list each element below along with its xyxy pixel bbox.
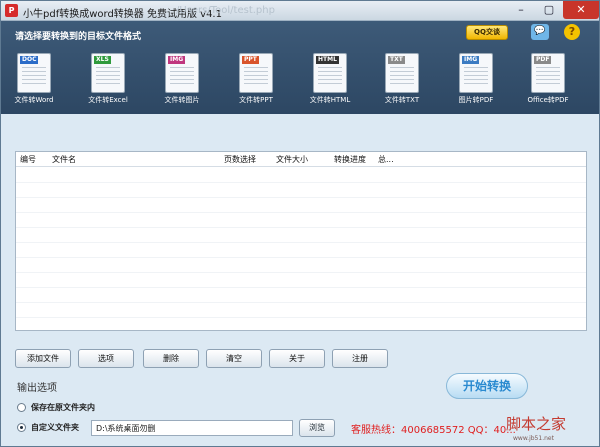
column-header-total[interactable]: 总...	[378, 154, 394, 165]
html-doc-icon: HTML	[313, 53, 347, 93]
table-row-line	[16, 257, 586, 258]
app-logo-icon: P	[5, 4, 18, 17]
image-doc-icon: IMG	[165, 53, 199, 93]
tool-tag: IMG	[168, 56, 186, 64]
app-window: P 小牛pdf转换成word转换器 免费试用版 v4.1 /Users/Tool…	[0, 0, 600, 447]
save-same-folder-radio[interactable]	[17, 403, 26, 412]
help-icon[interactable]: ?	[564, 24, 580, 40]
table-row-line	[16, 272, 586, 273]
table-row-line	[16, 242, 586, 243]
maximize-button[interactable]: ▢	[535, 1, 563, 19]
minimize-button[interactable]: –	[507, 1, 535, 19]
tool-label: 图片转PDF	[458, 96, 494, 104]
column-header-progress[interactable]: 转换进度	[334, 154, 366, 165]
clear-button[interactable]: 清空	[206, 349, 262, 368]
tool-label: 文件转Excel	[88, 96, 128, 104]
word-doc-icon: DOC	[17, 53, 51, 93]
title-bar: P 小牛pdf转换成word转换器 免费试用版 v4.1 /Users/Tool…	[1, 1, 599, 21]
close-button[interactable]: ✕	[563, 1, 599, 19]
tool-label: 文件转图片	[164, 96, 200, 104]
column-header-filename[interactable]: 文件名	[52, 154, 76, 165]
format-toolbar: 请选择要转换到的目标文件格式 QQ交谈 💬 ? DOC 文件转Word XLS …	[1, 21, 599, 114]
site-watermark: 脚本之家	[506, 415, 567, 433]
add-file-button[interactable]: 添加文件	[15, 349, 71, 368]
background-window-title: /Users/Tool/test.php	[176, 5, 275, 16]
table-row-line	[16, 227, 586, 228]
table-row-line	[16, 287, 586, 288]
tool-tag: HTML	[316, 56, 339, 64]
tool-to-html[interactable]: HTML 文件转HTML	[307, 53, 353, 109]
custom-folder-radio[interactable]	[17, 423, 26, 432]
tool-tag: IMG	[462, 56, 480, 64]
tool-to-ppt[interactable]: PPT 文件转PPT	[233, 53, 279, 109]
message-icon[interactable]: 💬	[531, 24, 549, 40]
tool-tag: TXT	[388, 56, 405, 64]
output-options-title: 输出选项	[17, 383, 57, 394]
options-button[interactable]: 选项	[78, 349, 134, 368]
custom-folder-label[interactable]: 自定义文件夹	[31, 422, 79, 433]
tool-to-txt[interactable]: TXT 文件转TXT	[379, 53, 425, 109]
support-hotline: 客服热线：4006685572 QQ：40...	[351, 425, 516, 436]
site-watermark-url: www.jb51.net	[513, 435, 554, 442]
tool-label: 文件转Word	[14, 96, 54, 104]
txt-doc-icon: TXT	[385, 53, 419, 93]
tool-to-image[interactable]: IMG 文件转图片	[159, 53, 205, 109]
tool-label: Office转PDF	[527, 96, 569, 104]
tool-tag: PPT	[242, 56, 259, 64]
tool-tag: XLS	[94, 56, 111, 64]
table-row-line	[16, 212, 586, 213]
tool-label: 文件转HTML	[309, 96, 351, 104]
table-row-line	[16, 182, 586, 183]
image-pdf-doc-icon: IMG	[459, 53, 493, 93]
start-convert-button[interactable]: 开始转换	[446, 373, 528, 399]
tool-tag: DOC	[20, 56, 39, 64]
column-header-pages[interactable]: 页数选择	[224, 154, 256, 165]
about-button[interactable]: 关于	[269, 349, 325, 368]
tool-label: 文件转PPT	[239, 96, 273, 104]
register-button[interactable]: 注册	[332, 349, 388, 368]
column-header-size[interactable]: 文件大小	[276, 154, 308, 165]
ppt-doc-icon: PPT	[239, 53, 273, 93]
table-row-line	[16, 197, 586, 198]
office-pdf-doc-icon: PDF	[531, 53, 565, 93]
column-header-number[interactable]: 编号	[20, 154, 36, 165]
qq-chat-button[interactable]: QQ交谈	[466, 25, 508, 40]
tool-label: 文件转TXT	[384, 96, 420, 104]
delete-button[interactable]: 删除	[143, 349, 199, 368]
tool-tag: PDF	[534, 56, 552, 64]
tool-office-to-pdf[interactable]: PDF Office转PDF	[525, 53, 571, 109]
tool-to-word[interactable]: DOC 文件转Word	[11, 53, 57, 109]
save-same-folder-label[interactable]: 保存在原文件夹内	[31, 402, 95, 413]
output-path-input[interactable]	[91, 420, 293, 436]
format-prompt: 请选择要转换到的目标文件格式	[15, 32, 142, 42]
file-list-table[interactable]: 编号 文件名 页数选择 文件大小 转换进度 总...	[15, 151, 587, 331]
table-header-row: 编号 文件名 页数选择 文件大小 转换进度 总...	[16, 152, 586, 167]
table-row-line	[16, 317, 586, 318]
tool-image-to-pdf[interactable]: IMG 图片转PDF	[453, 53, 499, 109]
excel-doc-icon: XLS	[91, 53, 125, 93]
browse-button[interactable]: 浏览	[299, 419, 335, 437]
tool-to-excel[interactable]: XLS 文件转Excel	[85, 53, 131, 109]
table-row-line	[16, 302, 586, 303]
